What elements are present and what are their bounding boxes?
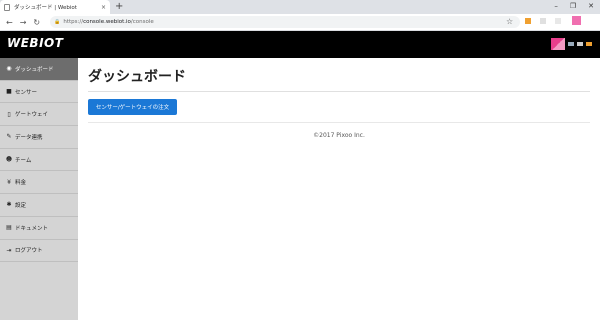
extension-icon[interactable] <box>555 18 561 24</box>
sidebar-item-label: ドキュメント <box>15 225 49 232</box>
sidebar-item-documents[interactable]: ▤ ドキュメント <box>0 217 78 240</box>
divider <box>88 122 590 123</box>
maximize-button[interactable]: ❐ <box>570 2 576 10</box>
sidebar: ◉ ダッシュボード ■ センサー ▯ ゲートウェイ ✎ データ連携 ☻ チーム … <box>0 58 78 320</box>
sidebar-item-label: 料金 <box>15 180 27 187</box>
tab-title: ダッシュボード | Webiot <box>14 5 77 11</box>
dashboard-icon: ◉ <box>6 65 12 73</box>
lock-icon: 🔒 <box>54 19 61 25</box>
document-icon: ▤ <box>6 224 12 232</box>
close-window-button[interactable]: ✕ <box>588 2 594 10</box>
sidebar-item-data-link[interactable]: ✎ データ連携 <box>0 126 78 149</box>
header-right <box>551 38 592 50</box>
sidebar-item-settings[interactable]: ✱ 設定 <box>0 194 78 217</box>
profile-extension-icon[interactable] <box>572 16 581 25</box>
url-field[interactable]: 🔒 https://console.webiot.io/console <box>50 16 520 28</box>
reload-icon[interactable]: ↻ <box>33 18 40 27</box>
avatar[interactable] <box>551 38 565 50</box>
copyright-text: ©2017 Pixoo Inc. <box>313 132 365 139</box>
sidebar-item-label: データ連携 <box>15 134 43 141</box>
sidebar-item-team[interactable]: ☻ チーム <box>0 149 78 172</box>
sidebar-item-sensor[interactable]: ■ センサー <box>0 81 78 104</box>
window-controls: – ❐ ✕ <box>554 2 594 10</box>
bookmark-star-icon[interactable]: ☆ <box>506 17 513 26</box>
extension-icon[interactable] <box>525 18 531 24</box>
yen-icon: ¥ <box>7 178 11 186</box>
sensor-icon: ■ <box>6 88 12 96</box>
extension-icon[interactable] <box>540 18 546 24</box>
sidebar-item-label: チーム <box>15 157 32 164</box>
gateway-icon: ▯ <box>7 110 11 118</box>
back-icon[interactable]: ← <box>6 18 13 27</box>
logout-icon: ⇥ <box>6 246 12 254</box>
data-link-icon: ✎ <box>6 133 12 141</box>
sidebar-item-label: ゲートウェイ <box>15 112 49 119</box>
order-sensor-gateway-button[interactable]: センサー/ゲートウェイの注文 <box>88 99 177 115</box>
sidebar-item-dashboard[interactable]: ◉ ダッシュボード <box>0 58 78 81</box>
sidebar-item-label: ログアウト <box>15 248 43 255</box>
browser-tab[interactable]: ダッシュボード | Webiot × <box>0 0 110 14</box>
sidebar-item-gateway[interactable]: ▯ ゲートウェイ <box>0 103 78 127</box>
tab-close-icon[interactable]: × <box>101 4 106 11</box>
main-content: ダッシュボード センサー/ゲートウェイの注文 ©2017 Pixoo Inc. <box>78 58 600 320</box>
flag-icon[interactable] <box>586 42 592 46</box>
browser-tab-bar: ダッシュボード | Webiot × + – ❐ ✕ <box>0 0 600 14</box>
page-title: ダッシュボード <box>88 69 186 85</box>
team-icon: ☻ <box>5 156 13 164</box>
sidebar-item-label: 設定 <box>15 202 27 209</box>
minimize-button[interactable]: – <box>554 2 558 10</box>
gear-icon: ✱ <box>6 201 12 209</box>
app-header <box>0 31 600 58</box>
url-text: https://console.webiot.io/console <box>63 19 154 25</box>
divider <box>88 91 590 92</box>
new-tab-button[interactable]: + <box>115 1 123 13</box>
page-icon <box>4 3 10 11</box>
flag-icon[interactable] <box>577 42 583 46</box>
sidebar-item-label: センサー <box>15 89 38 96</box>
sidebar-item-pricing[interactable]: ¥ 料金 <box>0 171 78 195</box>
forward-icon[interactable]: → <box>20 18 27 27</box>
sidebar-item-label: ダッシュボード <box>15 66 54 73</box>
sidebar-item-logout[interactable]: ⇥ ログアウト <box>0 240 78 263</box>
nav-buttons: ← → ↻ <box>6 18 40 27</box>
language-icon[interactable] <box>568 42 574 46</box>
webiot-logo[interactable]: WEBIOT <box>7 36 63 50</box>
